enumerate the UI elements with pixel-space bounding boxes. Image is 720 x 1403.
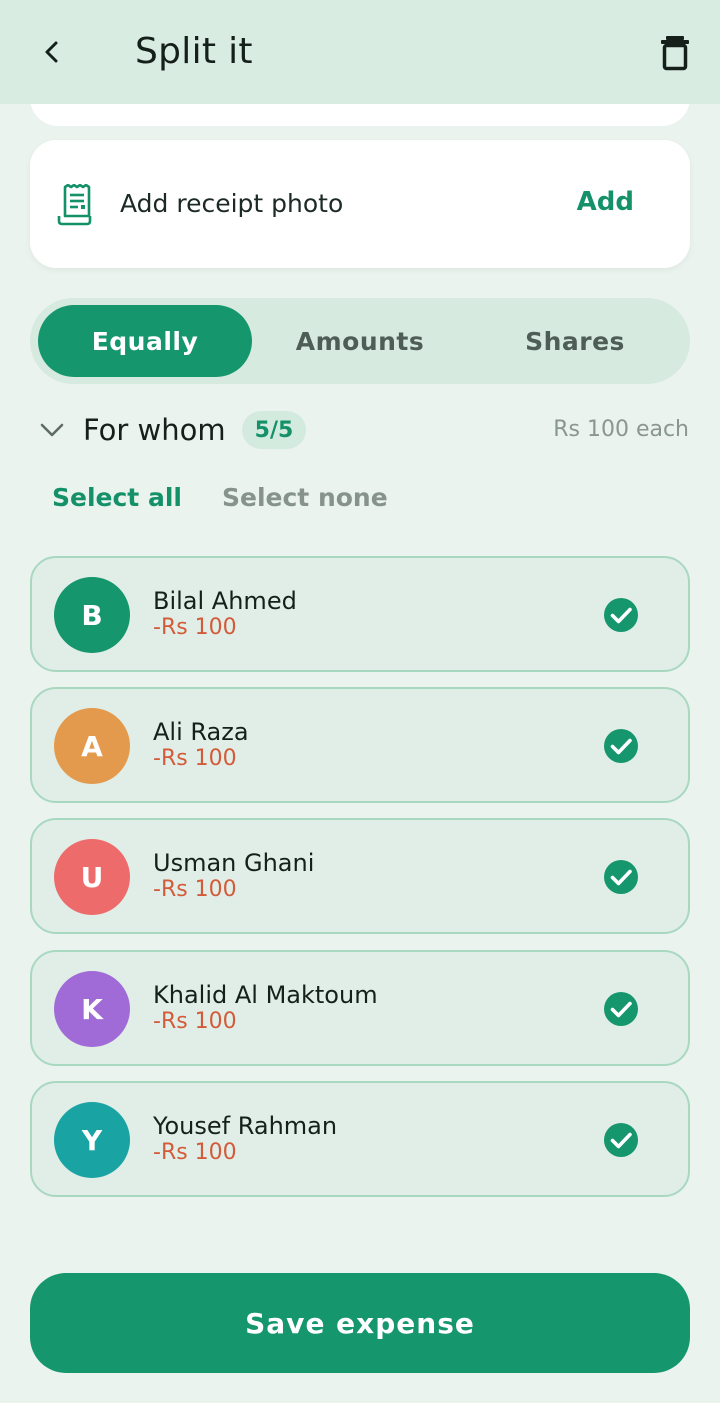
avatar: U xyxy=(54,839,130,915)
save-expense-button[interactable]: Save expense xyxy=(30,1273,690,1373)
member-name: Bilal Ahmed xyxy=(153,587,297,615)
app-bar: Split it xyxy=(0,0,720,104)
tab-amounts[interactable]: Amounts xyxy=(253,305,467,377)
select-none-button[interactable]: Select none xyxy=(222,482,388,514)
delete-button[interactable] xyxy=(652,30,698,76)
receipt-icon xyxy=(57,184,92,226)
member-row[interactable]: U Usman Ghani -Rs 100 xyxy=(30,818,690,934)
member-name: Ali Raza xyxy=(153,718,249,746)
avatar: K xyxy=(54,971,130,1047)
member-amount: -Rs 100 xyxy=(153,746,237,771)
check-circle-icon[interactable] xyxy=(603,597,639,633)
member-row[interactable]: B Bilal Ahmed -Rs 100 xyxy=(30,556,690,672)
add-receipt-button[interactable]: Add xyxy=(577,186,634,218)
for-whom-title: For whom xyxy=(83,413,226,447)
check-circle-icon[interactable] xyxy=(603,1122,639,1158)
tab-shares[interactable]: Shares xyxy=(468,305,682,377)
member-name: Usman Ghani xyxy=(153,849,315,877)
avatar: Y xyxy=(54,1102,130,1178)
member-amount: -Rs 100 xyxy=(153,1009,237,1034)
receipt-card: Add receipt photo Add xyxy=(30,140,690,268)
member-row[interactable]: Y Yousef Rahman -Rs 100 xyxy=(30,1081,690,1197)
select-all-button[interactable]: Select all xyxy=(52,482,182,514)
split-mode-selector: Equally Amounts Shares xyxy=(30,298,690,384)
member-amount: -Rs 100 xyxy=(153,877,237,902)
receipt-label: Add receipt photo xyxy=(120,189,344,218)
member-name: Khalid Al Maktoum xyxy=(153,981,378,1009)
check-circle-icon[interactable] xyxy=(603,991,639,1027)
amount-each: Rs 100 each xyxy=(553,417,689,442)
trash-icon xyxy=(661,36,689,71)
member-amount: -Rs 100 xyxy=(153,1140,237,1165)
page-title: Split it xyxy=(135,31,253,72)
back-button[interactable] xyxy=(30,30,74,74)
member-name: Yousef Rahman xyxy=(153,1112,338,1140)
chevron-down-icon[interactable] xyxy=(38,416,66,444)
member-amount: -Rs 100 xyxy=(153,615,237,640)
avatar: A xyxy=(54,708,130,784)
tab-equally[interactable]: Equally xyxy=(38,305,252,377)
avatar: B xyxy=(54,577,130,653)
count-badge: 5/5 xyxy=(242,411,306,449)
check-circle-icon[interactable] xyxy=(603,728,639,764)
member-row[interactable]: A Ali Raza -Rs 100 xyxy=(30,687,690,803)
member-row[interactable]: K Khalid Al Maktoum -Rs 100 xyxy=(30,950,690,1066)
check-circle-icon[interactable] xyxy=(603,859,639,895)
chevron-left-icon xyxy=(45,41,58,63)
